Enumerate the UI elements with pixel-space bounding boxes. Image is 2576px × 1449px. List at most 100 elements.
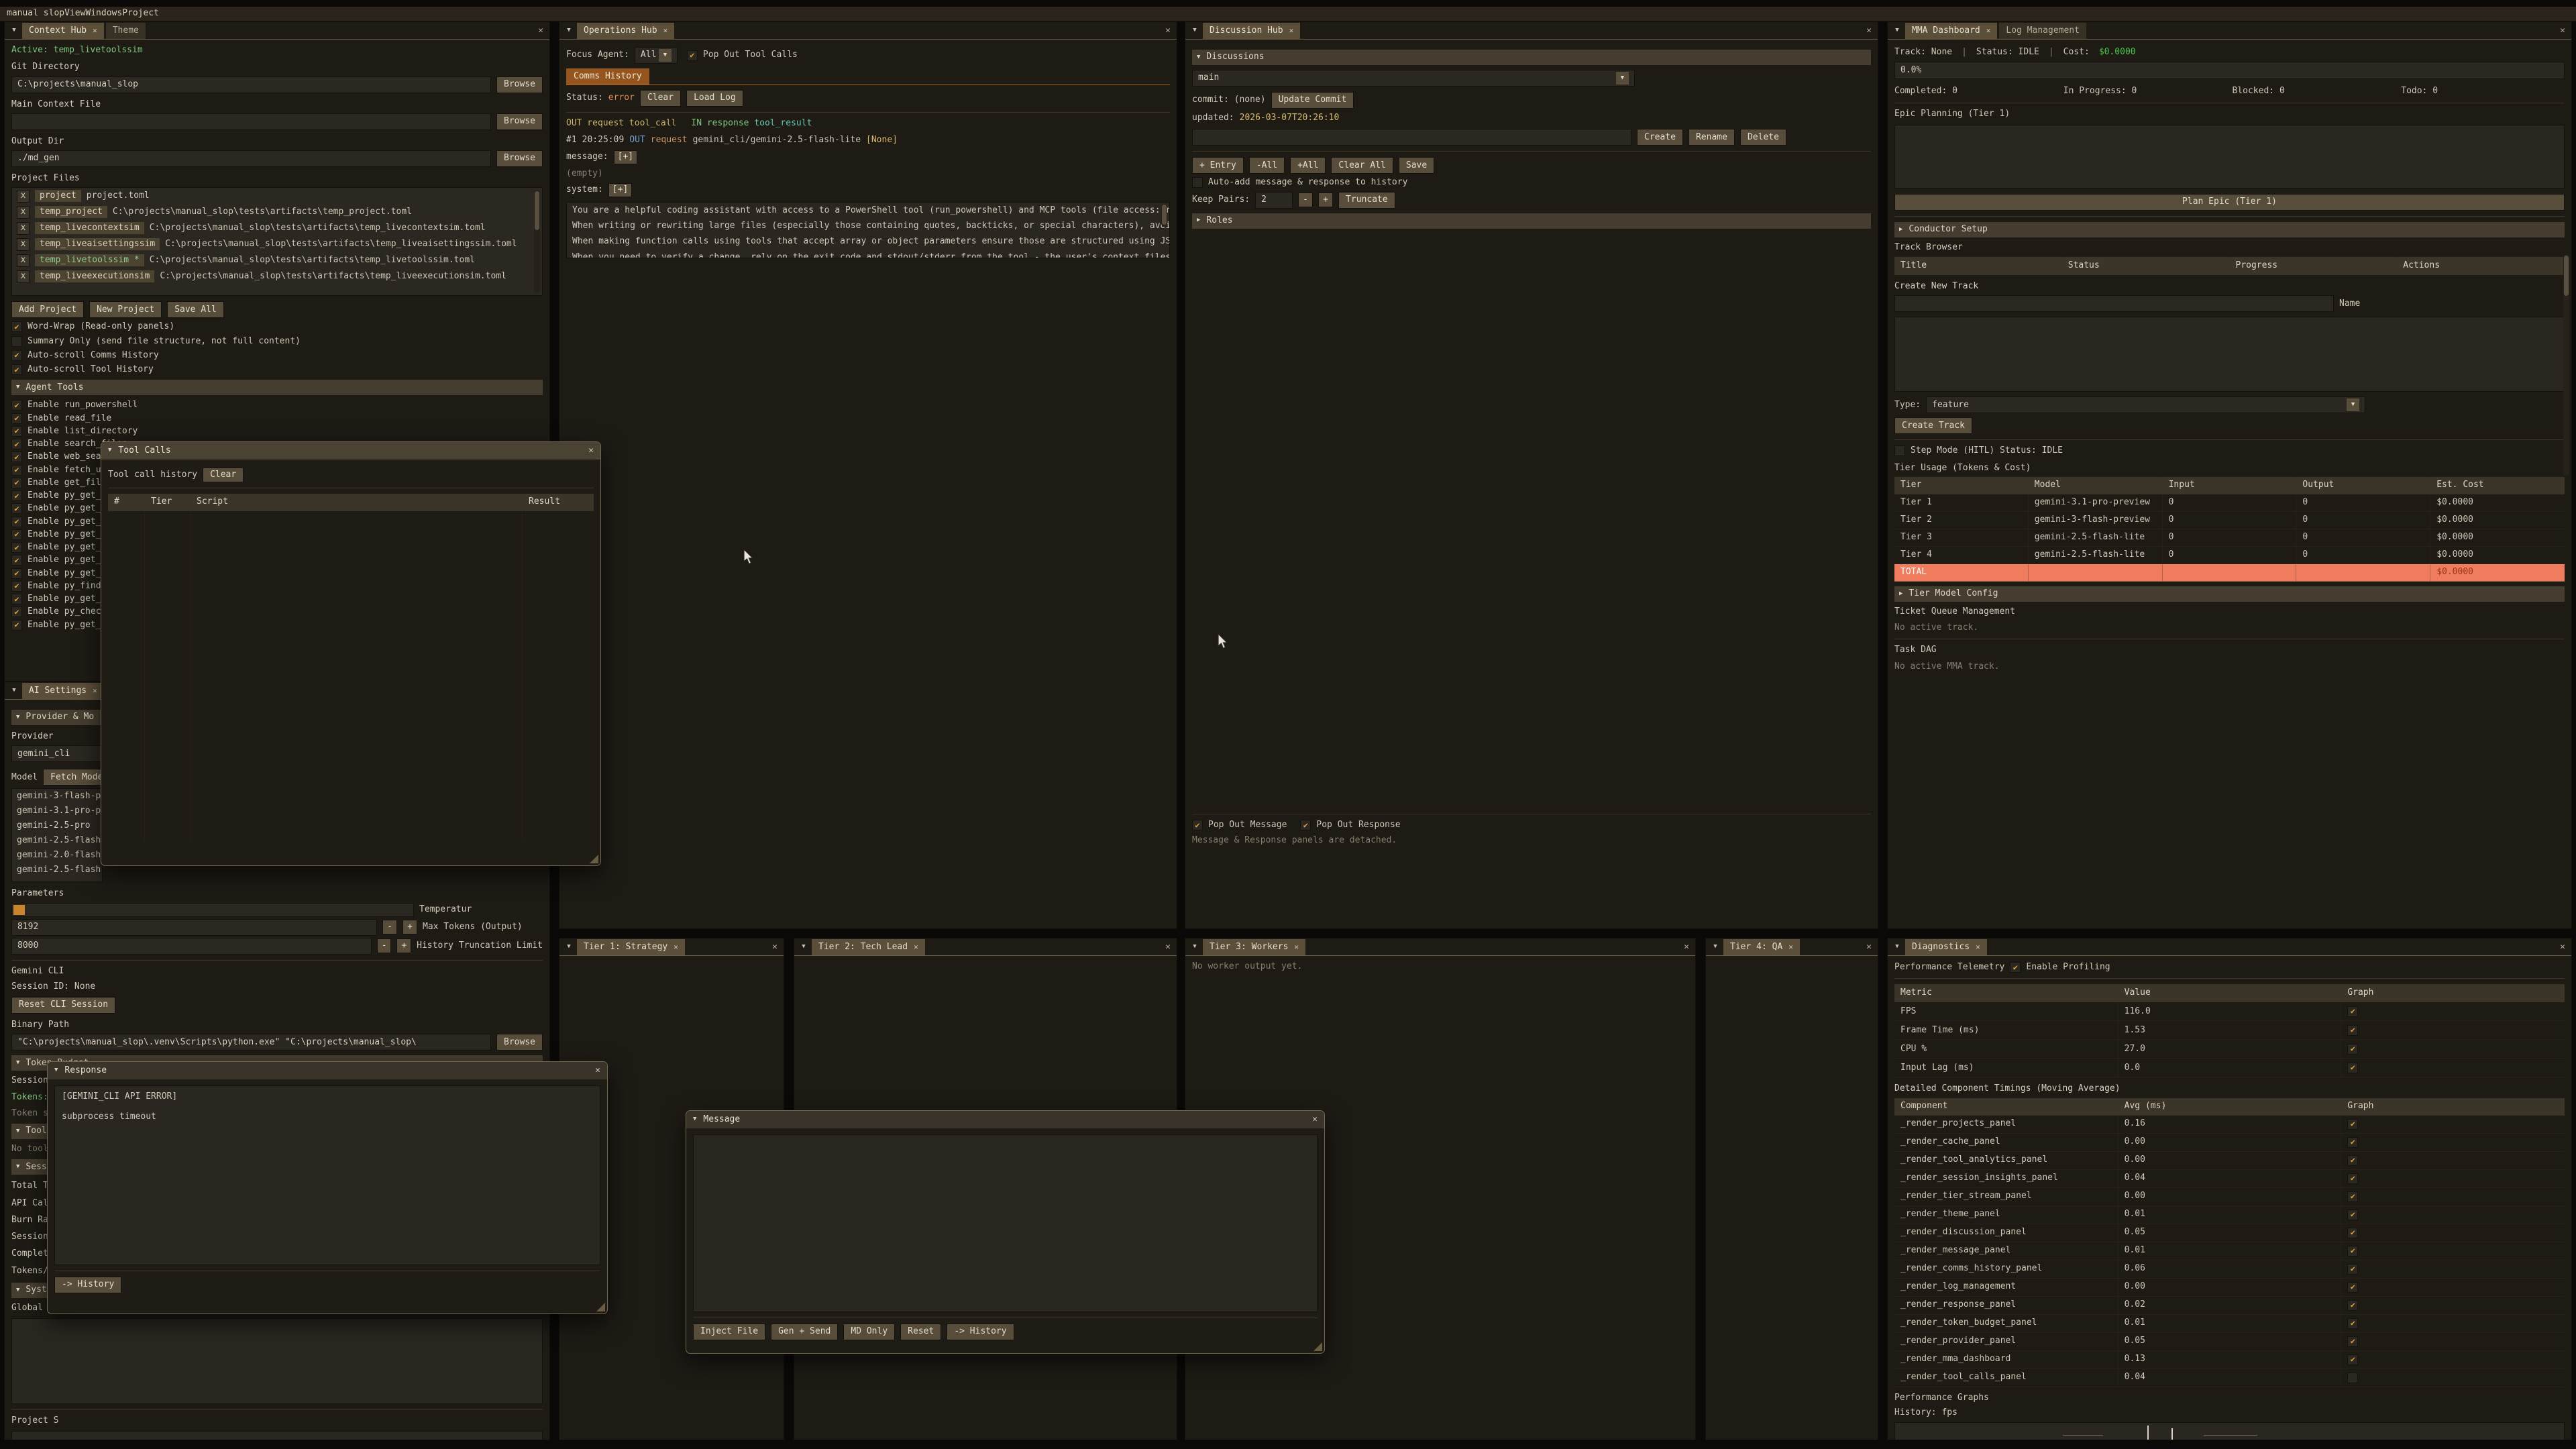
project-system-textarea[interactable] — [11, 1431, 543, 1440]
provider-combo[interactable]: gemini_cli — [11, 745, 103, 762]
auto-add-checkbox[interactable]: ✔ Auto-add message & response to history — [1192, 177, 1871, 188]
inject-file-button[interactable]: Inject File — [693, 1324, 765, 1340]
graph-toggle-checkbox[interactable]: ✔ — [2347, 1191, 2358, 1202]
close-icon[interactable]: ✕ — [93, 686, 97, 696]
model-list-item[interactable]: gemini-2.0-flash — [12, 848, 102, 863]
slider-grab[interactable] — [13, 905, 25, 915]
pop-out-tool-calls-checkbox[interactable]: ✔ Pop Out Tool Calls — [687, 50, 798, 60]
expand-system-button[interactable]: [+] — [608, 183, 632, 197]
model-list-item[interactable]: gemini-2.5-flash- — [12, 863, 102, 877]
close-icon[interactable]: ✕ — [1986, 26, 1991, 36]
remove-file-button[interactable]: x — [17, 238, 30, 251]
graph-toggle-checkbox[interactable]: ✔ — [2347, 1373, 2358, 1383]
panel-close-icon[interactable]: ✕ — [1159, 939, 1177, 955]
tab-operations-hub[interactable]: Operations Hub✕ — [577, 23, 674, 39]
collapse-arrow-icon[interactable]: ▼ — [561, 939, 577, 955]
step-mode-checkbox[interactable]: ✔ Step Mode (HITL) Status: IDLE — [1894, 445, 2565, 456]
graph-toggle-checkbox[interactable]: ✔ — [2347, 1300, 2358, 1311]
close-icon[interactable]: ✕ — [674, 943, 678, 952]
project-file-badge[interactable]: temp_project — [35, 206, 107, 218]
max-tokens-input[interactable]: 8192 — [11, 919, 377, 936]
model-list-item[interactable]: gemini-2.5-pro — [12, 818, 102, 833]
menu-item[interactable]: Windows — [85, 8, 122, 18]
graph-toggle-checkbox[interactable]: ✔ — [2347, 1336, 2358, 1347]
tab-tier4-qa[interactable]: Tier 4: QA✕ — [1723, 939, 1800, 955]
project-file-badge[interactable]: temp_livetoolssim * — [35, 254, 144, 266]
panel-close-icon[interactable]: ✕ — [1860, 939, 1878, 955]
tool-enable-checkbox[interactable]: ✔ Enable list_directory — [11, 426, 543, 437]
close-icon[interactable]: ✕ — [1976, 943, 1980, 952]
minus-button[interactable]: - — [1298, 193, 1313, 207]
tab-mma-dashboard[interactable]: MMA Dashboard✕ — [1905, 23, 1997, 39]
reset-button[interactable]: Reset — [900, 1324, 941, 1340]
project-file-row[interactable]: x temp_liveexecutionsim C:\projects\manu… — [12, 268, 542, 284]
save-all-button[interactable]: Save All — [167, 301, 224, 318]
project-file-row[interactable]: x project project.toml — [12, 188, 542, 204]
project-file-badge[interactable]: temp_livecontextsim — [35, 222, 144, 234]
tab-tier3-workers[interactable]: Tier 3: Workers✕ — [1203, 939, 1305, 955]
project-file-row[interactable]: x temp_liveaisettingssim C:\projects\man… — [12, 236, 542, 252]
graph-toggle-checkbox[interactable]: ✔ — [2347, 1137, 2358, 1148]
remove-file-button[interactable]: x — [17, 190, 30, 203]
collapse-arrow-icon[interactable]: ▼ — [693, 1116, 696, 1123]
conductor-setup-header[interactable]: ▶Conductor Setup — [1894, 222, 2565, 237]
tab-diagnostics[interactable]: Diagnostics✕ — [1905, 939, 1987, 955]
clear-button[interactable]: Clear — [640, 90, 681, 107]
close-icon[interactable]: ✕ — [588, 445, 594, 456]
focus-agent-combo[interactable]: All▼ — [635, 47, 678, 64]
collapse-arrow-icon[interactable]: ▼ — [1187, 23, 1203, 39]
panel-close-icon[interactable]: ✕ — [766, 939, 784, 955]
model-list-item[interactable]: gemini-2.5-flash — [12, 833, 102, 848]
close-icon[interactable]: ✕ — [663, 26, 668, 36]
close-icon[interactable]: ✕ — [1294, 943, 1299, 952]
discussion-name-input[interactable] — [1192, 129, 1631, 146]
save-button[interactable]: Save — [1399, 157, 1434, 174]
project-files-scrollbar[interactable] — [534, 190, 540, 293]
model-list-item[interactable]: gemini-3.1-pro-pr — [12, 804, 102, 818]
create-track-button[interactable]: Create Track — [1894, 417, 1972, 434]
history-limit-input[interactable]: 8000 — [11, 938, 372, 955]
pop-out-message-checkbox[interactable]: ✔ Pop Out Message — [1192, 820, 1287, 830]
response-window[interactable]: ▼ Response ✕ [GEMINI_CLI API ERROR] subp… — [47, 1061, 608, 1314]
agent-tools-header[interactable]: ▼Agent Tools — [11, 380, 543, 395]
track-name-input[interactable] — [1894, 295, 2334, 312]
graph-toggle-checkbox[interactable]: ✔ — [2347, 1025, 2358, 1036]
message-window[interactable]: ▼ Message ✕ Inject File Gen + Send MD On… — [686, 1110, 1325, 1354]
git-directory-input[interactable]: C:\projects\manual_slop — [11, 76, 491, 93]
delete-button[interactable]: Delete — [1740, 129, 1786, 146]
tier-model-config-header[interactable]: ▶Tier Model Config — [1894, 586, 2565, 602]
close-icon[interactable]: ✕ — [93, 26, 97, 36]
graph-toggle-checkbox[interactable]: ✔ — [2347, 1006, 2358, 1017]
graph-toggle-checkbox[interactable]: ✔ — [2347, 1155, 2358, 1166]
close-icon[interactable]: ✕ — [1289, 26, 1294, 36]
resize-grip[interactable] — [1313, 1342, 1322, 1351]
collapse-arrow-icon[interactable]: ▼ — [108, 447, 111, 454]
git-browse-button[interactable]: Browse — [496, 76, 543, 93]
message-titlebar[interactable]: ▼ Message ✕ — [686, 1111, 1324, 1128]
project-file-badge[interactable]: temp_liveexecutionsim — [35, 270, 154, 282]
collapse-arrow-icon[interactable]: ▼ — [1889, 23, 1905, 39]
remove-file-button[interactable]: x — [17, 222, 30, 235]
resize-grip[interactable] — [590, 855, 598, 863]
response-titlebar[interactable]: ▼ Response ✕ — [48, 1062, 607, 1079]
tab-comms-history[interactable]: Comms History — [566, 68, 649, 85]
project-file-row[interactable]: x temp_project C:\projects\manual_slop\t… — [12, 204, 542, 220]
system-scrollbar[interactable] — [1161, 204, 1167, 227]
tool-calls-window[interactable]: ▼ Tool Calls ✕ Tool call history Clear #… — [101, 441, 601, 866]
add-entry-button[interactable]: + Entry — [1192, 157, 1244, 174]
collapse-arrow-icon[interactable]: ▼ — [1707, 939, 1723, 955]
remove-file-button[interactable]: x — [17, 270, 30, 283]
tab-tier2-tech-lead[interactable]: Tier 2: Tech Lead✕ — [812, 939, 925, 955]
remove-file-button[interactable]: x — [17, 254, 30, 267]
plus-button[interactable]: + — [1318, 193, 1333, 207]
enable-profiling-checkbox[interactable]: ✔ Enable Profiling — [2010, 962, 2110, 973]
remove-file-button[interactable]: x — [17, 206, 30, 219]
collapse-arrow-icon[interactable]: ▼ — [54, 1067, 58, 1074]
word-wrap-checkbox[interactable]: ✔ Word-Wrap (Read-only panels) — [11, 321, 543, 332]
graph-toggle-checkbox[interactable]: ✔ — [2347, 1119, 2358, 1130]
summary-only-checkbox[interactable]: ✔ Summary Only (send file structure, not… — [11, 336, 543, 347]
tab-discussion-hub[interactable]: Discussion Hub✕ — [1203, 23, 1300, 39]
graph-toggle-checkbox[interactable]: ✔ — [2347, 1282, 2358, 1293]
track-type-combo[interactable]: feature▼ — [1926, 396, 2365, 413]
tab-theme[interactable]: Theme — [106, 23, 146, 39]
